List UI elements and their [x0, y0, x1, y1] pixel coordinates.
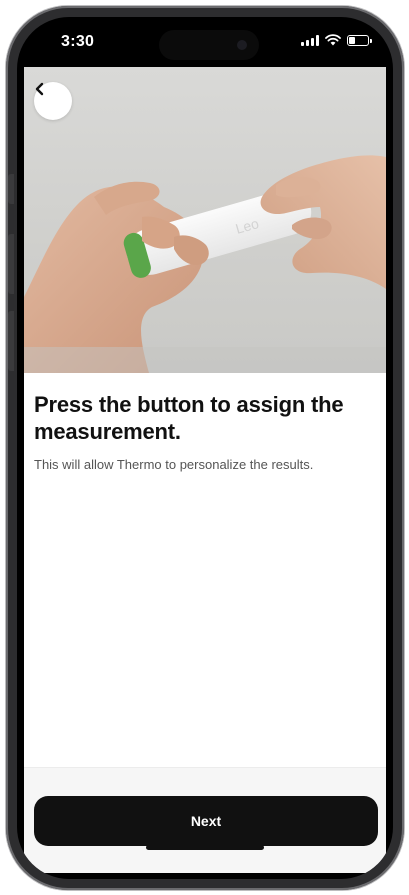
dynamic-island [159, 30, 259, 60]
status-bar: 3:30 [17, 17, 393, 67]
volume-down-button [8, 311, 14, 371]
battery-icon [347, 34, 372, 46]
app-view: Leo Press the button to assign the measu… [24, 67, 386, 873]
instruction-headline: Press the button to assign the measureme… [34, 392, 344, 444]
status-time: 3:30 [61, 33, 95, 50]
cellular-signal-icon [301, 34, 319, 46]
footer-actions: Next [24, 767, 386, 873]
home-indicator[interactable] [146, 845, 264, 850]
front-camera [237, 40, 247, 50]
back-button[interactable] [34, 82, 72, 120]
phone-screen: 3:30 Leo Press the button to assign the … [17, 17, 393, 879]
next-button[interactable]: Next [34, 796, 378, 846]
volume-up-button [8, 234, 14, 294]
chevron-left-icon [35, 82, 44, 96]
wifi-icon [325, 34, 341, 46]
mute-switch [8, 174, 14, 204]
hands-holding-thermometer-photo: Leo [24, 155, 386, 373]
instruction-subtext: This will allow Thermo to personalize th… [34, 457, 314, 472]
hero-image: Leo [24, 67, 386, 373]
status-icons [301, 34, 372, 46]
instruction-content: Press the button to assign the measureme… [24, 373, 386, 773]
